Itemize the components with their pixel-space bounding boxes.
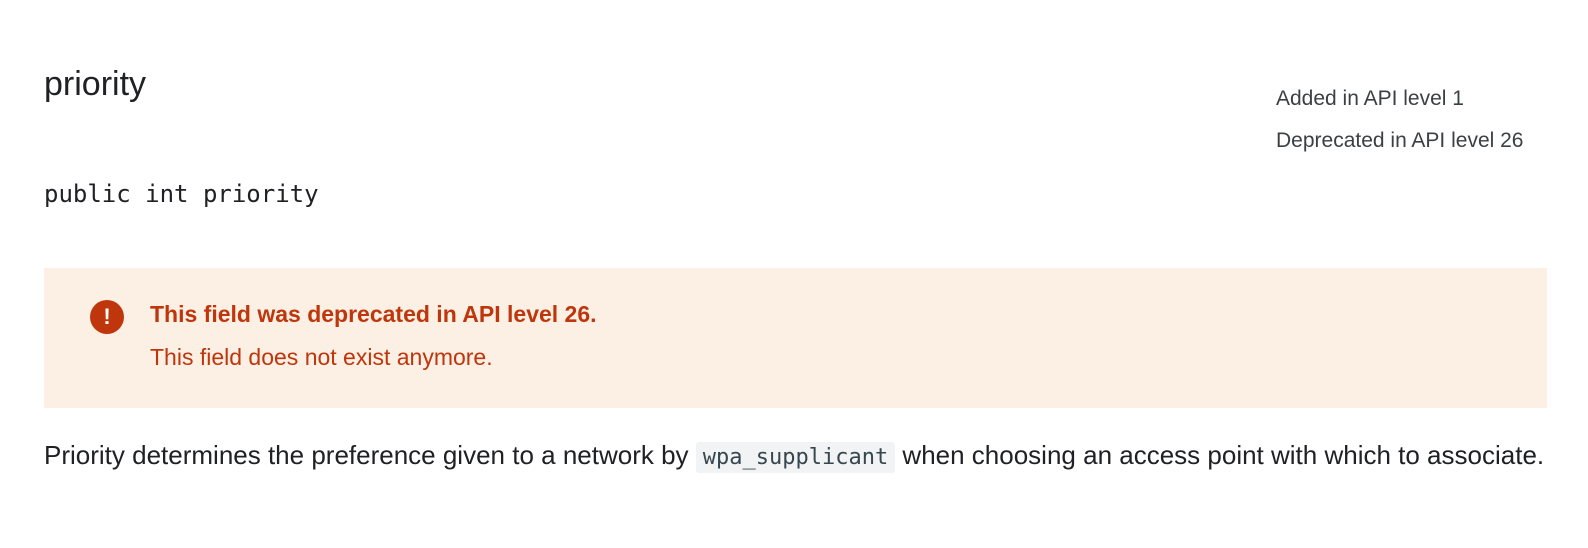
field-description: Priority determines the preference given… [44,434,1554,479]
deprecated-api-level: Deprecated in API level 26 [1276,129,1524,152]
deprecation-caution-box: ! This field was deprecated in API level… [44,268,1547,408]
api-level-info: Added in API level 1 Deprecated in API l… [1276,78,1524,162]
exclamation-icon: ! [90,300,124,334]
description-text-after: when choosing an access point with which… [895,440,1545,470]
description-text-before: Priority determines the preference given… [44,440,696,470]
caution-heading: This field was deprecated in API level 2… [150,301,597,327]
field-signature: public int priority [44,180,319,208]
caution-text: This field does not exist anymore. [150,344,493,370]
field-title: priority [44,65,147,103]
inline-code: wpa_supplicant [695,442,896,473]
api-field-section: priority Added in API level 1 Deprecated… [0,0,1588,548]
added-api-level: Added in API level 1 [1276,87,1464,110]
